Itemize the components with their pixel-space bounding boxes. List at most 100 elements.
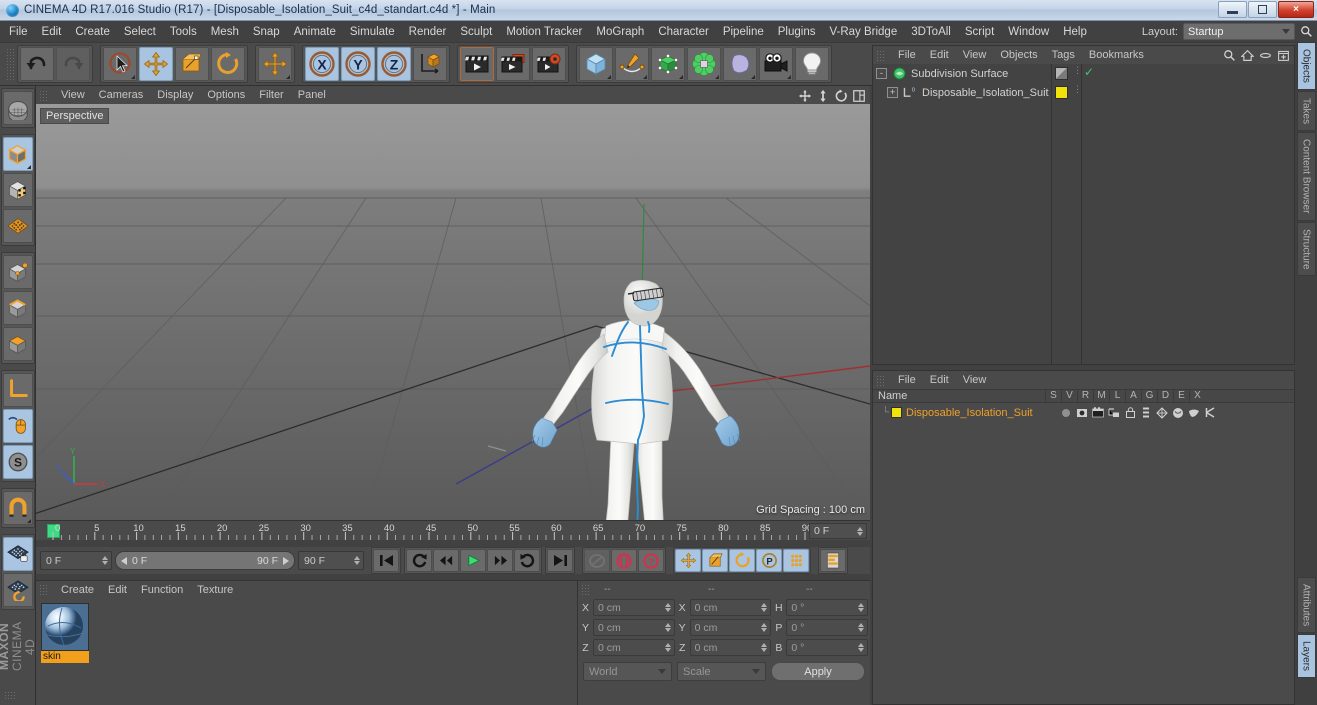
soft-selection-button[interactable]: S: [2, 445, 33, 479]
add-cube-button[interactable]: [579, 47, 613, 81]
viewport-menu-panel[interactable]: Panel: [291, 88, 333, 102]
play-forward-loop-button[interactable]: [514, 549, 540, 572]
menu-tools[interactable]: Tools: [163, 24, 204, 40]
coord-size-input-1[interactable]: 0 cm: [689, 619, 772, 636]
timeline-view-button[interactable]: [820, 549, 846, 572]
polygon-mode-button[interactable]: [2, 327, 33, 361]
move-camera-icon[interactable]: [798, 89, 812, 103]
material-name-skin[interactable]: skin: [41, 651, 89, 663]
layer-color-swatch[interactable]: [891, 407, 902, 418]
menu-animate[interactable]: Animate: [287, 24, 343, 40]
lock-x-axis[interactable]: X: [305, 47, 339, 81]
dolly-camera-icon[interactable]: [816, 89, 830, 103]
menu-character[interactable]: Character: [651, 24, 716, 40]
plus-box-icon[interactable]: [1277, 49, 1290, 62]
object-manager-grip[interactable]: [876, 49, 885, 61]
object-tree[interactable]: - Subdivision Surface ⋮ ✓ +0 Disposable_Isola…: [873, 64, 1294, 364]
coord-size-input-2[interactable]: 0 cm: [689, 639, 772, 656]
object-visibility-dots[interactable]: ⋮: [1073, 85, 1082, 94]
object-row[interactable]: - Subdivision Surface ⋮ ✓: [873, 64, 1294, 83]
spinner-icon[interactable]: [857, 526, 866, 536]
left-toolbar-grip[interactable]: [4, 691, 16, 701]
timeline-ruler[interactable]: 0 5 10 15 20 25 30 35 40 45 50 55 60 65 70 75 80 85 90 0 F: [36, 520, 870, 540]
key-scale-button[interactable]: [702, 549, 728, 572]
viewport-menu-options[interactable]: Options: [200, 88, 252, 102]
coordinate-mode-dropdown[interactable]: Scale: [677, 662, 766, 681]
object-tag-swatch[interactable]: [1055, 86, 1068, 99]
spinner-icon[interactable]: [858, 623, 867, 632]
texture-mode-button[interactable]: [2, 173, 33, 207]
add-environment-button[interactable]: [723, 47, 757, 81]
perspective-viewport[interactable]: Perspective Grid Spacing : 100 cm Y X Z: [36, 104, 870, 520]
coordinate-system-toggle[interactable]: [413, 47, 447, 81]
menu-window[interactable]: Window: [1001, 24, 1056, 40]
viewport-menu-display[interactable]: Display: [150, 88, 200, 102]
object-enabled-check-icon[interactable]: ✓: [1084, 65, 1094, 79]
coordinate-manager-grip[interactable]: [581, 583, 590, 595]
material-menu-function[interactable]: Function: [134, 583, 190, 597]
right-tab-objects[interactable]: Objects: [1296, 42, 1316, 90]
play-button[interactable]: [460, 549, 486, 572]
object-menu-view[interactable]: View: [956, 48, 994, 62]
go-to-start-button[interactable]: [373, 549, 399, 572]
layer-manager-grip[interactable]: [876, 374, 885, 386]
maximize-viewport-icon[interactable]: [852, 89, 866, 103]
menu-plugins[interactable]: Plugins: [771, 24, 823, 40]
generator-icon[interactable]: [1155, 406, 1169, 419]
add-camera-button[interactable]: [759, 47, 793, 81]
home-icon[interactable]: [1241, 49, 1254, 62]
planar-workplane-button[interactable]: [2, 573, 33, 607]
enable-viewport-solo-button[interactable]: [2, 409, 33, 443]
menu-3dtoall[interactable]: 3DToAll: [904, 24, 958, 40]
layer-menu-view[interactable]: View: [956, 373, 994, 387]
object-visibility-dots[interactable]: ⋮: [1073, 66, 1082, 75]
view-eye-icon[interactable]: [1075, 406, 1089, 419]
layer-col-e[interactable]: E: [1173, 389, 1189, 403]
expand-icon[interactable]: +: [887, 87, 898, 98]
spinner-icon[interactable]: [858, 643, 867, 652]
scale-tool[interactable]: [175, 47, 209, 81]
edge-mode-button[interactable]: [2, 291, 33, 325]
lock-icon[interactable]: [1123, 406, 1137, 419]
current-frame-input[interactable]: 0 F: [40, 551, 112, 570]
menu-simulate[interactable]: Simulate: [343, 24, 402, 40]
material-preview-skin[interactable]: [41, 603, 89, 651]
material-manager-grip[interactable]: [39, 584, 48, 595]
make-editable-button[interactable]: [2, 91, 33, 125]
key-rotation-button[interactable]: [729, 549, 755, 572]
spinner-icon[interactable]: [664, 643, 674, 652]
timeline-current-frame-field[interactable]: 0 F: [809, 523, 867, 539]
live-selection-tool[interactable]: [103, 47, 137, 81]
layer-col-g[interactable]: G: [1141, 389, 1157, 403]
point-mode-button[interactable]: [2, 255, 33, 289]
menu-select[interactable]: Select: [117, 24, 163, 40]
layer-col-s[interactable]: S: [1045, 389, 1061, 403]
layer-menu-edit[interactable]: Edit: [923, 373, 956, 387]
viewport-menu-view[interactable]: View: [54, 88, 92, 102]
add-light-button[interactable]: [795, 47, 829, 81]
menu-create[interactable]: Create: [68, 24, 117, 40]
menu-motion-tracker[interactable]: Motion Tracker: [499, 24, 589, 40]
coord-rotation-input-1[interactable]: 0 °: [786, 619, 869, 636]
right-tab-content-browser[interactable]: Content Browser: [1296, 132, 1316, 221]
layout-dropdown[interactable]: Startup: [1183, 23, 1295, 40]
search-icon[interactable]: [1300, 25, 1313, 38]
workplane-lock-button[interactable]: [2, 537, 33, 571]
spinner-icon[interactable]: [664, 603, 674, 612]
rotate-camera-icon[interactable]: [834, 89, 848, 103]
animation-icon[interactable]: [1139, 406, 1153, 419]
max-frame-input[interactable]: 90 F: [298, 551, 364, 570]
layer-col-v[interactable]: V: [1061, 389, 1077, 403]
object-menu-bookmarks[interactable]: Bookmarks: [1082, 48, 1151, 62]
material-menu-edit[interactable]: Edit: [101, 583, 134, 597]
manager-icon[interactable]: [1107, 406, 1121, 419]
object-menu-file[interactable]: File: [891, 48, 923, 62]
layer-col-r[interactable]: R: [1077, 389, 1093, 403]
viewport-menu-filter[interactable]: Filter: [252, 88, 290, 102]
right-tab-layers[interactable]: Layers: [1296, 634, 1316, 679]
universal-move-tool[interactable]: [258, 47, 292, 81]
menu-sculpt[interactable]: Sculpt: [453, 24, 499, 40]
undo-button[interactable]: [20, 47, 54, 81]
play-backwards-loop-button[interactable]: [406, 549, 432, 572]
object-menu-edit[interactable]: Edit: [923, 48, 956, 62]
